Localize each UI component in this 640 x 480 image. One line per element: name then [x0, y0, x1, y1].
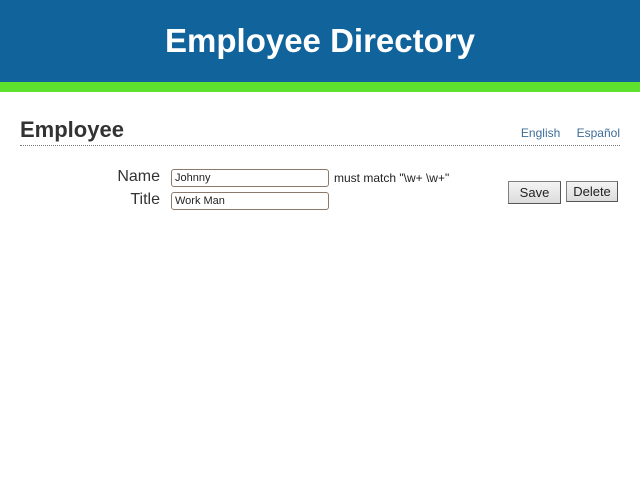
accent-bar [0, 82, 640, 92]
save-button[interactable]: Save [508, 181, 561, 204]
delete-button[interactable]: Delete [566, 181, 618, 202]
language-link-espanol[interactable]: Español [577, 126, 620, 140]
name-validation-hint: must match "\w+ \w+" [334, 171, 450, 185]
language-switcher: English Español [508, 125, 620, 141]
title-field[interactable] [171, 192, 329, 210]
app-title: Employee Directory [165, 22, 475, 59]
name-label: Name [117, 168, 160, 185]
app-header: Employee Directory [0, 0, 640, 82]
page-title: Employee [20, 117, 124, 142]
language-link-english[interactable]: English [521, 126, 560, 140]
section-divider [20, 145, 620, 146]
title-label: Title [130, 191, 160, 208]
name-field[interactable] [171, 169, 329, 187]
